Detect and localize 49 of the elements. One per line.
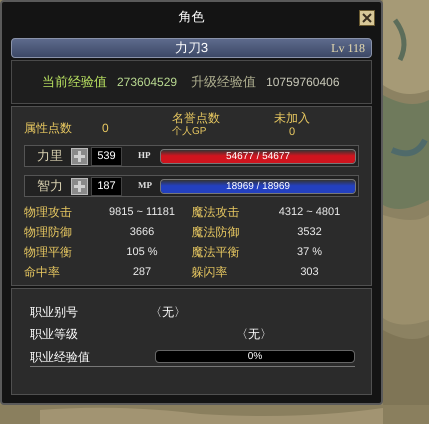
add-point-button[interactable] — [71, 148, 88, 164]
gauge-reading: 54677 / 54677 — [225, 150, 291, 162]
stat-label: 魔法攻击 — [192, 204, 240, 221]
job-value: 〈无〉 — [236, 326, 272, 343]
stat-label: 物理平衡 — [24, 244, 73, 261]
stat-value: 4312 ~ 4801 — [278, 204, 342, 220]
close-icon — [362, 13, 372, 23]
attribute-label: 力里 — [37, 147, 64, 166]
stat-value: 287 — [132, 264, 152, 280]
stat-label: 命中率 — [24, 264, 61, 281]
stat-label: 物理防御 — [24, 224, 73, 241]
attribute-value: 187 — [91, 176, 122, 196]
attribute-points-value: 0 — [102, 120, 110, 137]
bar-label: HP — [138, 149, 152, 162]
gauge-reading: 18969 / 18969 — [225, 180, 291, 192]
add-point-button[interactable] — [71, 178, 88, 194]
job-label: 职业等级 — [30, 326, 79, 343]
experience-value: 10759760406 — [266, 74, 340, 91]
experience-value: 273604529 — [117, 74, 178, 91]
job-experience-reading: 0% — [246, 351, 264, 362]
job-label: 职业别号 — [30, 304, 79, 321]
attribute-points-label: 属性点数 — [24, 120, 73, 137]
character-name: 力刀3 — [174, 39, 208, 58]
experience-label: 升级经验值 — [191, 73, 256, 92]
stat-value: 303 — [299, 264, 320, 280]
stat-value: 3666 — [128, 224, 156, 240]
stat-label: 物理攻击 — [24, 204, 73, 221]
stat-label: 魔法防御 — [192, 224, 240, 241]
bar-label: MP — [138, 179, 153, 192]
stat-value: 37 % — [296, 244, 324, 260]
stat-label: 躲闪率 — [192, 264, 228, 281]
experience-label: 当前经验值 — [42, 73, 107, 92]
stat-value: 3532 — [296, 224, 323, 240]
attribute-label: 智力 — [37, 177, 64, 196]
plus-icon — [74, 180, 85, 192]
personal-gp-value: 0 — [288, 125, 296, 139]
stat-value: 105 % — [125, 244, 159, 260]
personal-gp-label: 个人GP — [172, 125, 208, 139]
stat-label: 魔法平衡 — [192, 244, 240, 261]
job-experience-label: 职业经验值 — [30, 348, 91, 366]
honor-points-value: 未加入 — [274, 111, 310, 125]
job-value: 〈无〉 — [150, 304, 186, 321]
plus-icon — [74, 150, 85, 162]
honor-points-label: 名誉点数 — [172, 111, 221, 125]
close-button[interactable] — [359, 10, 375, 26]
attribute-value: 539 — [91, 146, 122, 166]
window-title: 角色 — [178, 8, 204, 26]
stat-value: 9815 ~ 11181 — [108, 204, 176, 220]
character-level: Lv 118 — [331, 40, 365, 57]
